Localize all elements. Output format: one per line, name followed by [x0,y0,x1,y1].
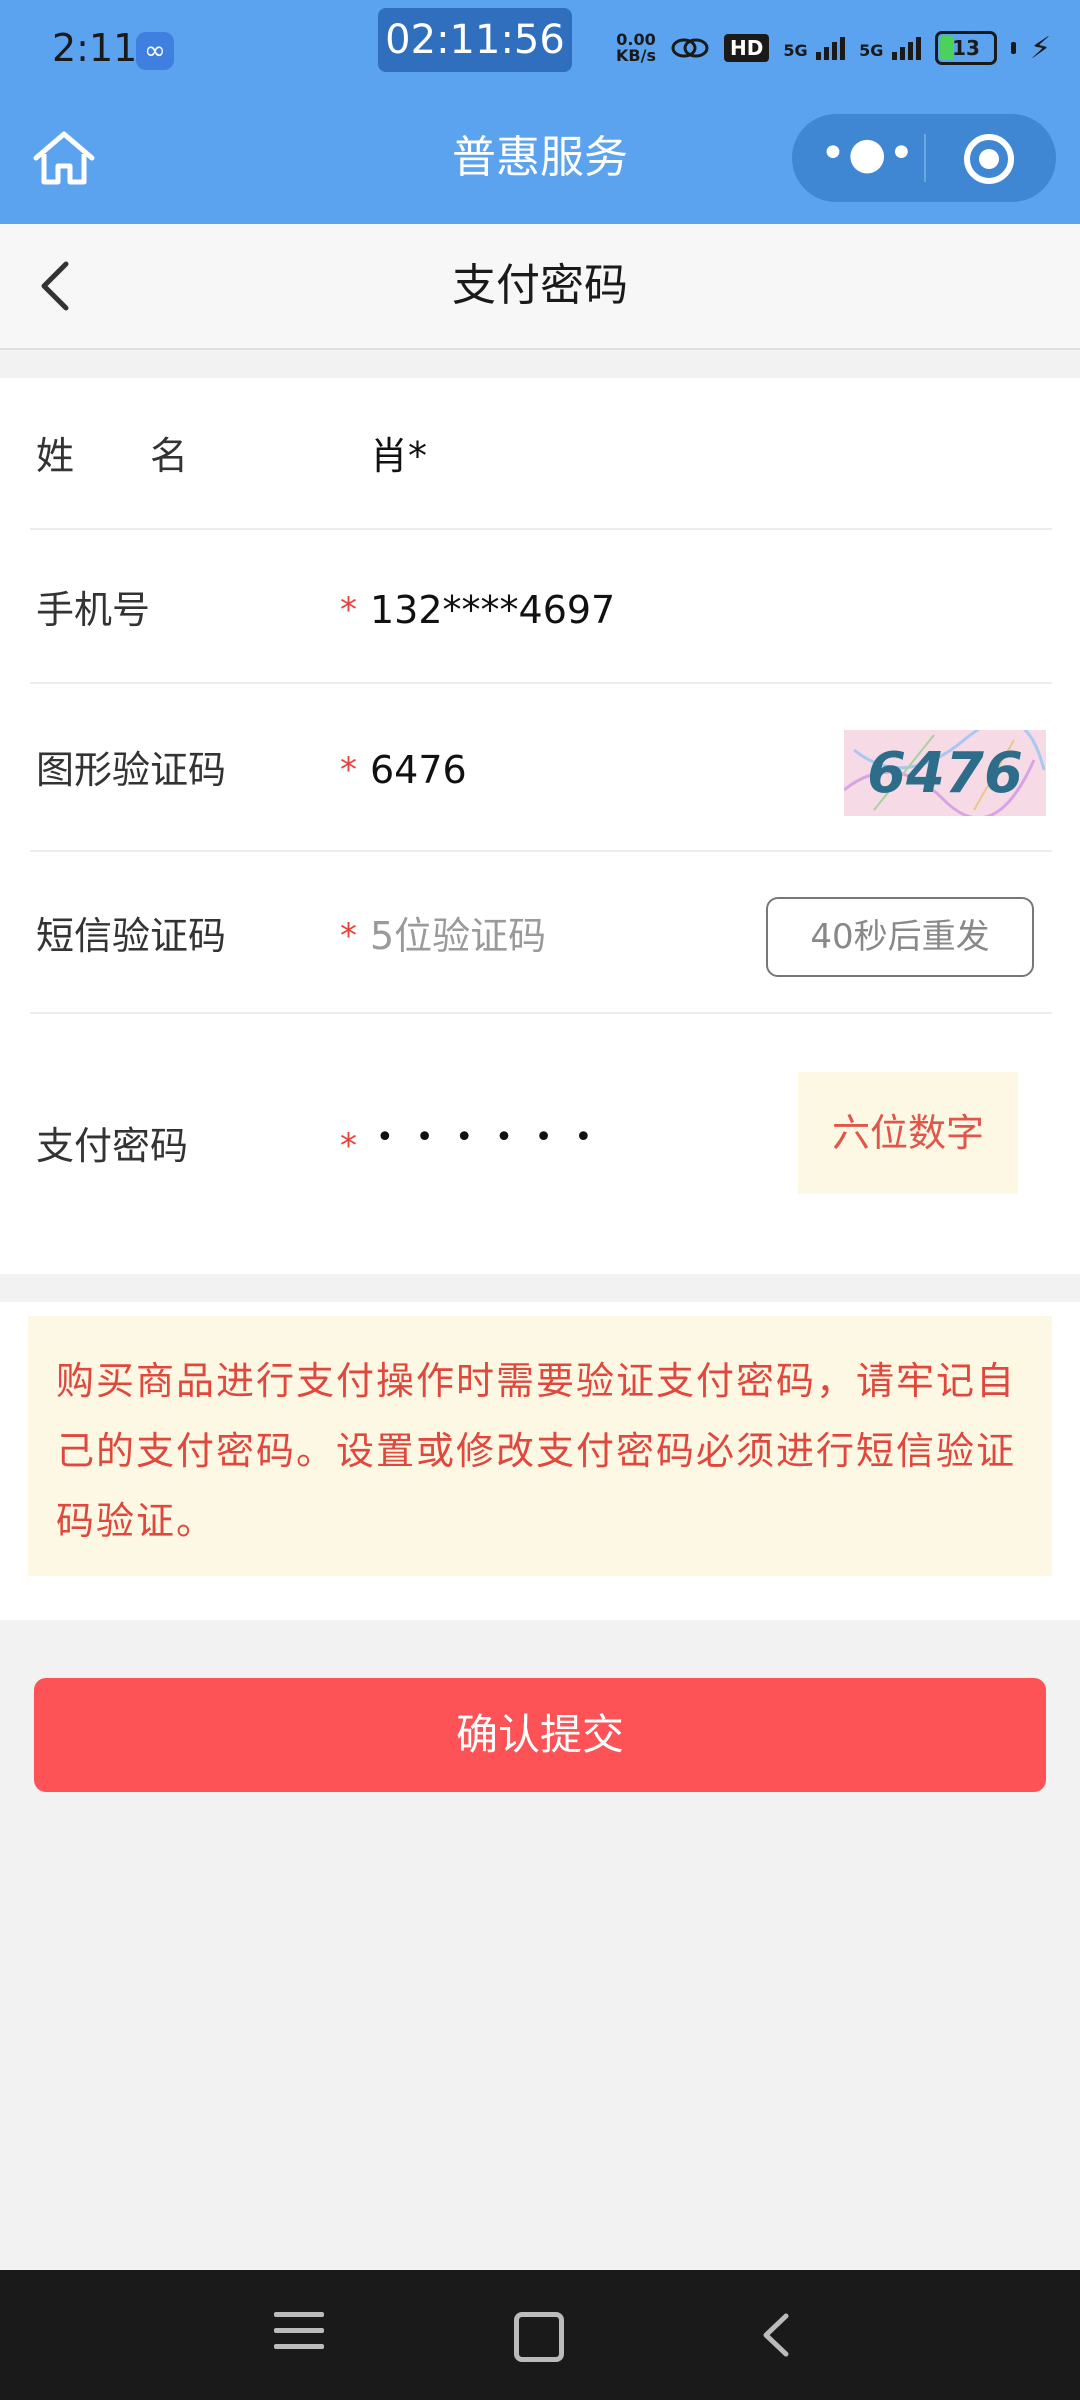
sms-label: 短信验证码 [36,914,227,958]
captcha-noise: 6476 [844,730,1046,816]
charging-icon: ⚡ [1030,30,1052,66]
phone-value: 132****4697 [370,588,616,632]
system-back-icon[interactable] [756,2310,796,2360]
signal-icon: 5G [783,36,846,60]
row-divider [30,850,1052,852]
row-divider [30,528,1052,530]
home-square-icon[interactable] [514,2312,564,2362]
submit-button[interactable]: 确认提交 [34,1678,1046,1792]
hd-badge: HD [723,34,770,62]
status-indicators: 0.00 KB/s HD 5G 5G 13 ⚡ [616,26,1051,70]
password-hint: 六位数字 [798,1072,1018,1194]
name-value: 肖* [370,434,428,478]
battery-cap [1011,42,1016,54]
captcha-image-text: 6476 [867,741,1023,806]
capsule-divider [924,134,926,182]
captcha-image[interactable]: 6476 [844,730,1046,816]
required-mark: * [340,1126,357,1166]
mini-program-title: 普惠服务 [452,132,628,183]
link-icon [671,38,709,58]
status-time: 2:11 [52,26,138,70]
name-label: 姓 名 [36,434,189,478]
battery-icon: 13 [935,31,997,65]
notice-text: 购买商品进行支付操作时需要验证支付密码，请牢记自己的支付密码。设置或修改支付密码… [56,1359,1017,1543]
menu-icon[interactable] [274,2312,324,2358]
back-arrow-icon[interactable] [32,258,80,314]
close-mini-program-icon[interactable] [964,134,1014,184]
phone-label: 手机号 [36,588,151,632]
row-divider [30,1012,1052,1014]
link-app-icon: ∞ [136,32,174,70]
signal-icon: 5G [859,36,921,60]
required-mark: * [340,916,357,956]
required-mark: * [340,590,357,630]
net-speed: 0.00 KB/s [616,30,656,65]
home-icon[interactable] [28,128,100,188]
required-mark: * [340,750,357,790]
resend-sms-button[interactable]: 40秒后重发 [766,897,1034,977]
captcha-label: 图形验证码 [36,748,227,792]
sms-code-input[interactable]: 5位验证码 [370,910,546,962]
captcha-input[interactable]: 6476 [370,744,467,796]
more-icon[interactable]: •●• [820,124,914,192]
screen-timer: 02:11:56 [378,8,572,72]
password-input[interactable]: •••••• [376,1120,614,1155]
password-label: 支付密码 [36,1124,189,1168]
page-title: 支付密码 [452,260,628,311]
row-divider [30,682,1052,684]
